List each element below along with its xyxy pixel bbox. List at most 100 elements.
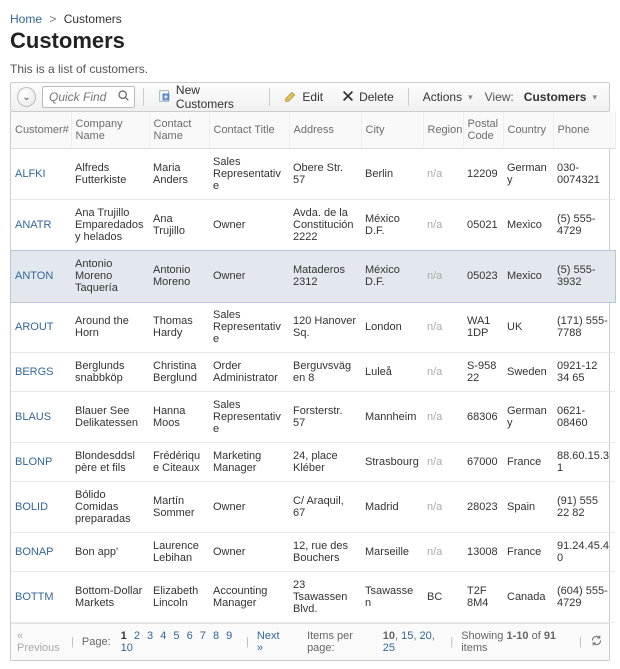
showing-text: Showing 1-10 of 91 items xyxy=(461,630,571,654)
col-address[interactable]: Address xyxy=(289,112,361,149)
page-number[interactable]: 4 xyxy=(158,630,168,642)
prev-page-link[interactable]: « Previous xyxy=(17,630,63,654)
refresh-button[interactable] xyxy=(590,634,603,650)
cell-id: ANATR xyxy=(11,200,71,251)
table-row[interactable]: BONAPBon app'Laurence LebihanOwner12, ru… xyxy=(11,533,615,572)
ipp-option[interactable]: 20 xyxy=(419,630,431,642)
col-city[interactable]: City xyxy=(361,112,423,149)
page-number[interactable]: 2 xyxy=(132,630,142,642)
cell-address: Obere Str. 57 xyxy=(289,149,361,200)
table-row[interactable]: ALFKIAlfreds FutterkisteMaria AndersSale… xyxy=(11,149,615,200)
ipp-option[interactable]: 10 xyxy=(383,630,395,642)
customer-id-link[interactable]: ANATR xyxy=(15,219,51,231)
col-contact-name[interactable]: Contact Name xyxy=(149,112,209,149)
cell-id: BLONP xyxy=(11,443,71,482)
cell-city: Marseille xyxy=(361,533,423,572)
cell-region: n/a xyxy=(423,392,463,443)
page-description: This is a list of customers. xyxy=(10,62,610,76)
cell-address: Berguvsvägen 8 xyxy=(289,353,361,392)
actions-dropdown[interactable]: Actions ▾ xyxy=(417,88,479,106)
table-row[interactable]: BLONPBlondesddsl père et filsFrédérique … xyxy=(11,443,615,482)
cell-phone: 030-0074321 xyxy=(553,149,615,200)
customer-id-link[interactable]: BLONP xyxy=(15,456,52,468)
customer-id-link[interactable]: ANTON xyxy=(15,270,53,282)
page-number[interactable]: 7 xyxy=(198,630,208,642)
page-number[interactable]: 1 xyxy=(119,630,129,642)
customer-id-link[interactable]: BLAUS xyxy=(15,411,51,423)
cell-company: Bólido Comidas preparadas xyxy=(71,482,149,533)
cell-company: Berglunds snabbköp xyxy=(71,353,149,392)
table-row[interactable]: ANATRAna Trujillo Emparedados y heladosA… xyxy=(11,200,615,251)
cell-city: London xyxy=(361,302,423,353)
view-dropdown[interactable]: Customers ▾ xyxy=(518,88,603,106)
col-contact-title[interactable]: Contact Title xyxy=(209,112,289,149)
customer-id-link[interactable]: BOTTM xyxy=(15,591,54,603)
cell-id: ALFKI xyxy=(11,149,71,200)
cell-country: Mexico xyxy=(503,200,553,251)
col-company-name[interactable]: Company Name xyxy=(71,112,149,149)
cell-phone: 91.24.45.40 xyxy=(553,533,615,572)
cell-company: Bottom-Dollar Markets xyxy=(71,572,149,623)
cell-region: n/a xyxy=(423,533,463,572)
col-country[interactable]: Country xyxy=(503,112,553,149)
cell-postal-code: S-958 22 xyxy=(463,353,503,392)
edit-icon xyxy=(284,89,298,106)
col-customer-id[interactable]: Customer# xyxy=(11,112,71,149)
cell-region: n/a xyxy=(423,482,463,533)
cell-contact-name: Laurence Lebihan xyxy=(149,533,209,572)
cell-postal-code: WA1 1DP xyxy=(463,302,503,353)
customer-id-link[interactable]: BERGS xyxy=(15,366,54,378)
cell-postal-code: 05023 xyxy=(463,251,503,302)
chevron-down-icon: ⌄ xyxy=(22,92,30,103)
customer-id-link[interactable]: ALFKI xyxy=(15,168,46,180)
cell-company: Alfreds Futterkiste xyxy=(71,149,149,200)
page-number[interactable]: 10 xyxy=(119,642,135,654)
cell-address: 23 Tsawassen Blvd. xyxy=(289,572,361,623)
search-icon[interactable] xyxy=(117,89,130,105)
cell-id: BONAP xyxy=(11,533,71,572)
table-row[interactable]: BOLIDBólido Comidas preparadasMartín Som… xyxy=(11,482,615,533)
cell-address: 120 Hanover Sq. xyxy=(289,302,361,353)
header-row: Customer# Company Name Contact Name Cont… xyxy=(11,112,615,149)
view-label: View: xyxy=(485,90,514,104)
ipp-option[interactable]: 15 xyxy=(401,630,413,642)
page-number[interactable]: 3 xyxy=(145,630,155,642)
page-number[interactable]: 5 xyxy=(171,630,181,642)
cell-contact-name: Antonio Moreno xyxy=(149,251,209,302)
table-row[interactable]: BERGSBerglunds snabbköpChristina Berglun… xyxy=(11,353,615,392)
page-number[interactable]: 8 xyxy=(211,630,221,642)
page-number[interactable]: 9 xyxy=(224,630,234,642)
cell-company: Ana Trujillo Emparedados y helados xyxy=(71,200,149,251)
ipp-option[interactable]: 25 xyxy=(383,642,395,654)
menu-toggle-button[interactable]: ⌄ xyxy=(17,87,36,107)
quick-find-input[interactable] xyxy=(47,89,117,105)
breadcrumb-home[interactable]: Home xyxy=(10,12,42,26)
new-customers-button[interactable]: New Customers xyxy=(152,81,262,113)
page-numbers: 1 2 3 4 5 6 7 8 9 10 xyxy=(119,630,238,654)
customer-id-link[interactable]: BOLID xyxy=(15,501,48,513)
table-row[interactable]: ANTONAntonio Moreno TaqueríaAntonio More… xyxy=(11,251,615,302)
actions-label: Actions xyxy=(423,90,462,104)
customer-id-link[interactable]: AROUT xyxy=(15,321,54,333)
customer-id-link[interactable]: BONAP xyxy=(15,546,54,558)
edit-button[interactable]: Edit xyxy=(278,87,329,108)
col-region[interactable]: Region xyxy=(423,112,463,149)
cell-phone: (604) 555-4729 xyxy=(553,572,615,623)
cell-city: Luleå xyxy=(361,353,423,392)
toolbar-divider xyxy=(408,88,409,106)
table-row[interactable]: AROUTAround the HornThomas HardySales Re… xyxy=(11,302,615,353)
table-row[interactable]: BLAUSBlauer See DelikatessenHanna MoosSa… xyxy=(11,392,615,443)
cell-city: México D.F. xyxy=(361,251,423,302)
col-postal-code[interactable]: Postal Code xyxy=(463,112,503,149)
cell-company: Around the Horn xyxy=(71,302,149,353)
quick-find[interactable] xyxy=(42,86,135,108)
cell-city: Strasbourg xyxy=(361,443,423,482)
cell-id: AROUT xyxy=(11,302,71,353)
breadcrumb: Home > Customers xyxy=(10,8,610,28)
delete-button[interactable]: Delete xyxy=(335,87,400,108)
next-page-link[interactable]: Next » xyxy=(257,630,285,654)
page-number[interactable]: 6 xyxy=(185,630,195,642)
chevron-down-icon: ▾ xyxy=(466,92,473,103)
col-phone[interactable]: Phone xyxy=(553,112,615,149)
table-row[interactable]: BOTTMBottom-Dollar MarketsElizabeth Linc… xyxy=(11,572,615,623)
